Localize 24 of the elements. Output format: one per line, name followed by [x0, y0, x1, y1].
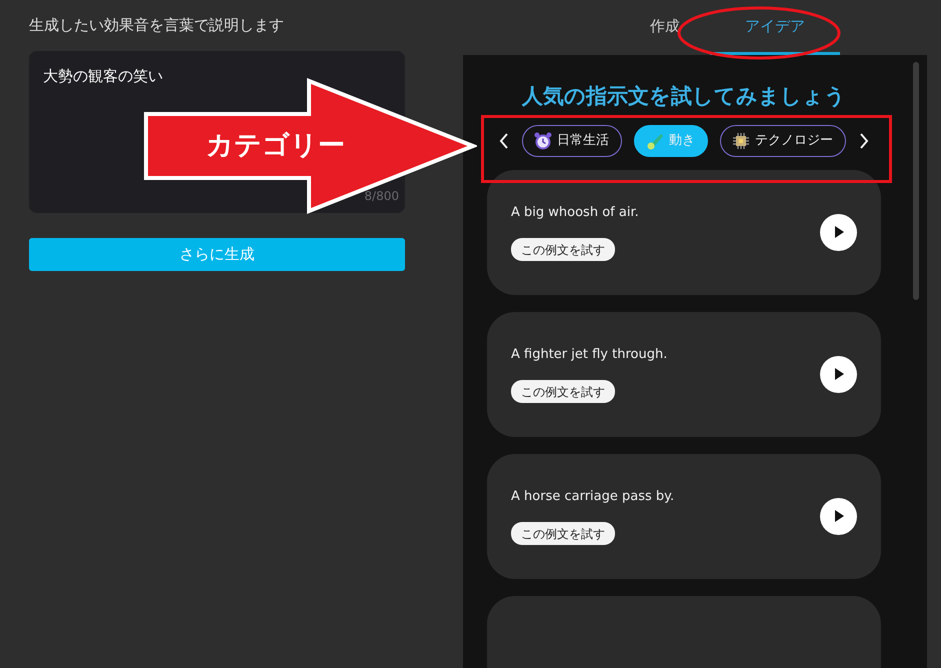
- annotation-label: カテゴリー: [206, 129, 345, 163]
- chevron-right-icon: [858, 132, 870, 150]
- play-button[interactable]: [820, 214, 857, 250]
- scrollbar-thumb[interactable]: [913, 62, 919, 300]
- chevron-left-icon: [498, 132, 510, 150]
- alarm-clock-icon: [533, 130, 553, 150]
- category-chip[interactable]: テクノロジー: [720, 124, 846, 156]
- play-icon: [834, 368, 844, 380]
- play-button[interactable]: [820, 356, 857, 392]
- prompt-textarea[interactable]: 大勢の観客の笑い: [43, 64, 243, 86]
- play-icon: [834, 226, 844, 238]
- try-example-button[interactable]: この例文を試す: [511, 380, 615, 403]
- prompt-text: A big whoosh of air.: [511, 204, 639, 222]
- play-icon: [834, 510, 844, 522]
- prompt-text: A fighter jet fly through.: [511, 346, 668, 364]
- try-example-button[interactable]: この例文を試す: [511, 522, 615, 545]
- category-chip[interactable]: 日常生活: [522, 124, 622, 156]
- microchip-icon: [731, 130, 751, 150]
- play-button[interactable]: [820, 498, 857, 534]
- prompt-text: A horse carriage pass by.: [511, 488, 674, 506]
- character-count: 8/800: [364, 188, 399, 204]
- ideas-title: 人気の指示文を試してみましょう: [520, 83, 847, 110]
- prompt-label: 生成したい効果音を言葉で説明します: [29, 15, 285, 36]
- try-example-button[interactable]: この例文を試す: [511, 238, 615, 261]
